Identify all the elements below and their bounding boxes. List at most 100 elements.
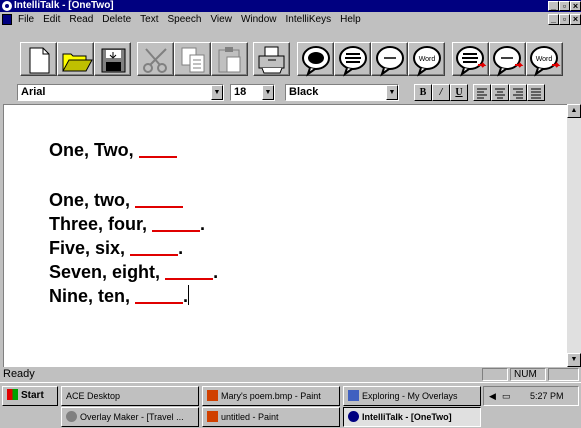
toolbar: Word Word: [0, 28, 581, 82]
intellitalk-icon: [348, 411, 359, 422]
speech-bubble-word-icon: Word: [413, 46, 441, 77]
taskbar: Start ACE Desktop Mary's poem.bmp - Pain…: [0, 382, 581, 428]
justify-button[interactable]: [527, 84, 545, 101]
task-untitled-paint[interactable]: untitled - Paint: [202, 407, 340, 427]
font-value: Arial: [21, 86, 46, 98]
chevron-down-icon[interactable]: ▼: [386, 85, 398, 100]
system-tray: ◀ ▭ 5:27 PM: [483, 386, 579, 406]
scroll-down-button[interactable]: ▼: [567, 353, 581, 367]
align-center-icon: [495, 88, 505, 99]
underline-button[interactable]: U: [450, 84, 468, 101]
save-disk-icon: [101, 48, 126, 73]
task-ace-desktop[interactable]: ACE Desktop: [61, 386, 199, 406]
status-bar: Ready NUM: [0, 367, 581, 382]
speak-next-sentence-button[interactable]: [489, 42, 526, 77]
close-button[interactable]: ×: [570, 1, 581, 11]
vertical-scrollbar[interactable]: ▲ ▼: [567, 104, 581, 367]
bold-button[interactable]: B: [414, 84, 432, 101]
italic-button[interactable]: /: [432, 84, 450, 101]
speech-bubble-lines-icon: [339, 46, 367, 77]
copy-icon: [181, 47, 205, 73]
menu-delete[interactable]: Delete: [102, 12, 131, 28]
speak-word-small-button[interactable]: [371, 42, 408, 77]
doc-line-6: Nine, ten, .: [49, 285, 190, 306]
align-left-button[interactable]: [473, 84, 491, 101]
speak-next-word-button[interactable]: Word: [526, 42, 563, 77]
maximize-button[interactable]: ▫: [559, 1, 570, 11]
speak-letter-button[interactable]: [297, 42, 334, 77]
font-select[interactable]: Arial ▼: [17, 84, 224, 101]
task-intellitalk[interactable]: IntelliTalk - [OneTwo]: [343, 407, 481, 427]
justify-icon: [531, 88, 541, 99]
svg-text:Word: Word: [536, 56, 553, 63]
align-right-icon: [513, 88, 523, 99]
size-select[interactable]: 18 ▼: [230, 84, 275, 101]
open-button[interactable]: [57, 42, 94, 76]
intellitalk-window: IntelliTalk - [OneTwo] _ ▫ × File Edit R…: [0, 0, 581, 382]
svg-text:Word: Word: [419, 56, 436, 63]
answer-blank: [135, 285, 184, 304]
menu-view[interactable]: View: [210, 12, 232, 28]
scroll-up-button[interactable]: ▲: [567, 104, 581, 118]
overlay-maker-icon: [66, 411, 77, 422]
status-panel-blank: [482, 368, 508, 381]
doc-close-button[interactable]: ×: [570, 14, 581, 25]
speech-bubble-arrow-lines-icon: [456, 46, 487, 77]
menu-file[interactable]: File: [18, 12, 34, 28]
task-exploring-overlays[interactable]: Exploring - My Overlays: [343, 386, 481, 406]
save-button[interactable]: [94, 42, 131, 76]
paint-icon: [207, 390, 218, 401]
answer-blank: [138, 139, 177, 158]
status-text: Ready: [3, 368, 35, 380]
num-lock-indicator: NUM: [510, 368, 546, 381]
doc-maximize-button[interactable]: ▫: [559, 14, 570, 25]
print-button[interactable]: [253, 42, 290, 76]
task-marys-poem-paint[interactable]: Mary's poem.bmp - Paint: [202, 386, 340, 406]
menu-bar: File Edit Read Delete Text Speech View W…: [0, 12, 581, 28]
clock[interactable]: 5:27 PM: [530, 387, 564, 405]
menu-read[interactable]: Read: [69, 12, 93, 28]
size-value: 18: [234, 86, 247, 98]
speak-sentence-button[interactable]: [334, 42, 371, 77]
chevron-down-icon[interactable]: ▼: [211, 85, 223, 100]
speech-bubble-letter-icon: [302, 46, 330, 77]
window-title: IntelliTalk - [OneTwo]: [14, 0, 114, 11]
doc-minimize-button[interactable]: _: [548, 14, 559, 25]
color-select[interactable]: Black ▼: [285, 84, 399, 101]
color-value: Black: [289, 86, 319, 98]
menu-help[interactable]: Help: [340, 12, 361, 28]
monitor-icon[interactable]: ▭: [502, 387, 511, 405]
document-icon[interactable]: [2, 14, 12, 25]
copy-button[interactable]: [174, 42, 211, 76]
speak-next-paragraph-button[interactable]: [452, 42, 489, 77]
new-document-button[interactable]: [20, 42, 57, 76]
menu-edit[interactable]: Edit: [43, 12, 60, 28]
menu-intellikeys[interactable]: IntelliKeys: [286, 12, 332, 28]
menu-text[interactable]: Text: [140, 12, 158, 28]
speech-bubble-small-icon: [376, 46, 404, 77]
scissors-icon: [143, 48, 167, 73]
align-center-button[interactable]: [491, 84, 509, 101]
title-bar[interactable]: IntelliTalk - [OneTwo] _ ▫ ×: [0, 0, 581, 12]
speaker-icon[interactable]: ◀: [489, 387, 496, 405]
speak-word-button[interactable]: Word: [408, 42, 445, 77]
align-left-icon: [477, 88, 487, 99]
intellitalk-app-icon[interactable]: [2, 1, 12, 11]
format-bar: Arial ▼ 18 ▼ Black ▼ B / U: [0, 82, 581, 104]
minimize-button[interactable]: _: [548, 1, 559, 11]
start-button[interactable]: Start: [2, 386, 58, 406]
new-document-icon: [29, 47, 50, 74]
windows-logo-icon: [7, 389, 18, 400]
task-overlay-maker[interactable]: Overlay Maker - [Travel ...: [61, 407, 199, 427]
chevron-down-icon[interactable]: ▼: [262, 85, 274, 100]
text-cursor: [188, 285, 190, 305]
menu-speech[interactable]: Speech: [168, 12, 202, 28]
speech-bubble-arrow-small-icon: [493, 46, 524, 77]
menu-window[interactable]: Window: [241, 12, 277, 28]
paste-button[interactable]: [211, 42, 248, 76]
document-area[interactable]: One, Two, One, two, Three, four, . Five,…: [3, 104, 567, 367]
paint-icon: [207, 411, 218, 422]
cut-button[interactable]: [137, 42, 174, 76]
status-panel-blank-2: [548, 368, 579, 381]
align-right-button[interactable]: [509, 84, 527, 101]
